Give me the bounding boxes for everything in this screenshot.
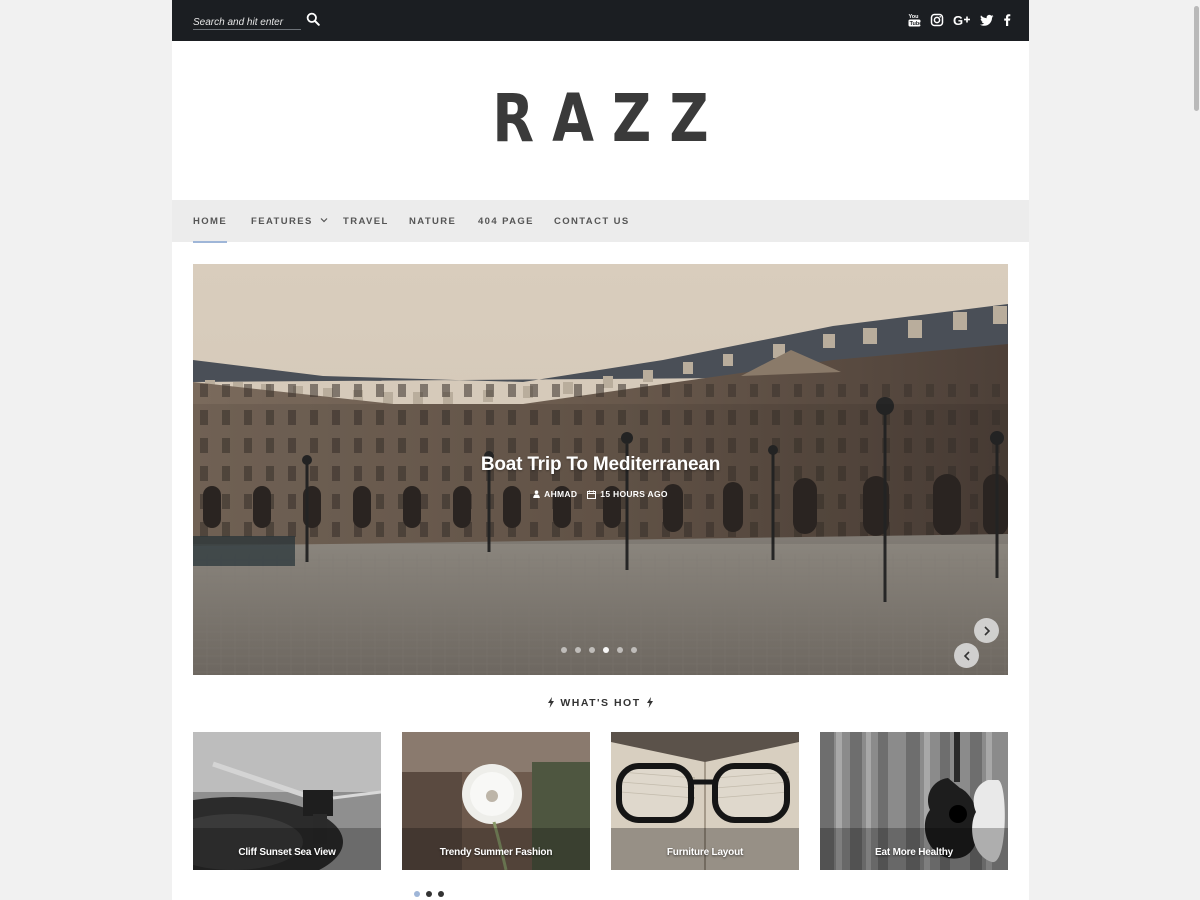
svg-text:Tube: Tube	[910, 21, 921, 27]
slider-next-button[interactable]	[974, 618, 999, 643]
post-card[interactable]: Trendy Summer Fashion	[402, 732, 590, 870]
nav-nature[interactable]: NATURE	[409, 216, 456, 227]
bolt-icon	[548, 697, 555, 708]
hero-caption: Boat Trip To Mediterranean AHMAD 15 HOUR…	[193, 454, 1008, 499]
social-links: You Tube G	[908, 12, 1011, 28]
page-scrollbar[interactable]	[1192, 0, 1200, 900]
post-card-title[interactable]: Furniture Layout	[611, 847, 799, 858]
calendar-icon	[587, 490, 597, 499]
slider-dot[interactable]	[561, 647, 567, 653]
post-card[interactable]: Furniture Layout	[611, 732, 799, 870]
post-card-title[interactable]: Trendy Summer Fashion	[402, 847, 590, 858]
svg-text:You: You	[909, 14, 919, 20]
whats-hot-heading: WHAT'S HOT	[172, 697, 1029, 709]
post-card[interactable]: Cliff Sunset Sea View	[193, 732, 381, 870]
search-field	[193, 12, 301, 31]
hero-author-name: AHMAD	[544, 489, 578, 499]
whats-hot-cards: Cliff Sunset Sea View Trendy Summer Fash…	[193, 732, 1008, 870]
instagram-icon[interactable]	[930, 12, 944, 28]
youtube-icon[interactable]: You Tube	[908, 12, 922, 28]
chevron-down-icon	[320, 218, 328, 223]
top-bar: You Tube G	[172, 0, 1029, 41]
whats-hot-label: WHAT'S HOT	[560, 697, 641, 709]
scrollbar-thumb[interactable]	[1194, 6, 1199, 111]
bolt-icon	[646, 697, 653, 708]
facebook-icon[interactable]	[1003, 12, 1011, 28]
nav-features[interactable]: FEATURES	[251, 216, 328, 227]
hero-date: 15 HOURS AGO	[587, 489, 668, 499]
nav-travel[interactable]: TRAVEL	[343, 216, 389, 227]
post-card[interactable]: Eat More Healthy	[820, 732, 1008, 870]
hero-meta: AHMAD 15 HOURS AGO	[193, 489, 1008, 499]
site-logo[interactable]: RAZZ	[249, 86, 952, 152]
page: You Tube G	[172, 0, 1029, 900]
carousel-dot[interactable]	[426, 891, 432, 897]
slider-dots	[561, 647, 637, 653]
chevron-right-icon	[983, 625, 990, 636]
carousel-dots	[414, 891, 444, 897]
search-input[interactable]	[193, 14, 301, 31]
carousel-dot[interactable]	[438, 891, 444, 897]
carousel-dot-active[interactable]	[414, 891, 420, 897]
search-icon[interactable]	[306, 12, 320, 26]
google-plus-icon[interactable]: G	[953, 12, 971, 28]
chevron-left-icon	[963, 650, 970, 661]
slider-prev-button[interactable]	[954, 643, 979, 668]
slider-dot[interactable]	[617, 647, 623, 653]
nav-contact-us[interactable]: CONTACT US	[554, 216, 630, 227]
hero-author[interactable]: AHMAD	[533, 489, 577, 499]
twitter-icon[interactable]	[980, 12, 994, 28]
post-card-title[interactable]: Eat More Healthy	[820, 847, 1008, 858]
main-nav: HOME FEATURES TRAVEL NATURE 404 PAGE CON…	[172, 200, 1029, 243]
hero-title[interactable]: Boat Trip To Mediterranean	[193, 454, 1008, 476]
slider-dot[interactable]	[575, 647, 581, 653]
nav-404-page[interactable]: 404 PAGE	[478, 216, 534, 227]
hero-slider[interactable]: Boat Trip To Mediterranean AHMAD 15 HOUR…	[193, 264, 1008, 675]
nav-features-label: FEATURES	[251, 216, 313, 227]
svg-text:G: G	[953, 13, 963, 28]
nav-home[interactable]: HOME	[193, 216, 228, 243]
slider-dot-active[interactable]	[603, 647, 609, 653]
hero-date-text: 15 HOURS AGO	[600, 489, 668, 499]
slider-dot[interactable]	[631, 647, 637, 653]
slider-dot[interactable]	[589, 647, 595, 653]
post-card-title[interactable]: Cliff Sunset Sea View	[193, 847, 381, 858]
user-icon	[533, 490, 540, 498]
